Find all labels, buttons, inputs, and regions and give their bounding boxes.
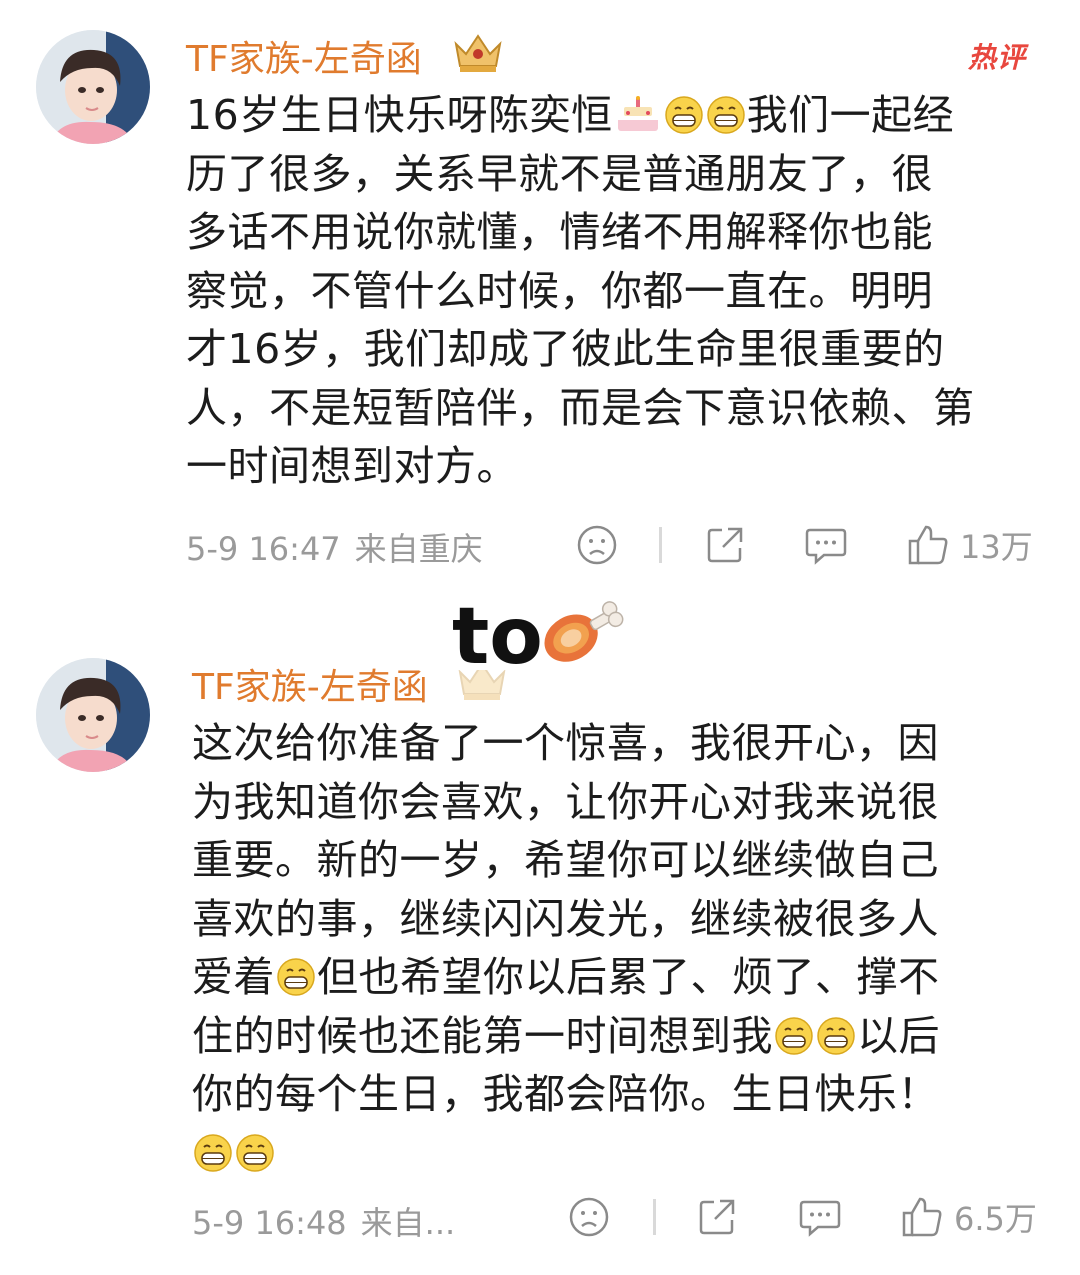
comment-location: 来自... [360, 1204, 456, 1242]
comment-time: 5-9 16:47 [186, 530, 341, 568]
crown-icon [454, 34, 502, 72]
thumbs-up-icon [908, 525, 948, 565]
grin-emoji [774, 1016, 814, 1056]
grin-emoji [816, 1016, 856, 1056]
share-icon [699, 1199, 735, 1235]
comment-meta: 5-9 16:47 来自重庆 [186, 524, 497, 570]
comment-line: 多话不用说你就懂，情绪不用解释你也能 [186, 208, 933, 256]
divider [653, 1199, 656, 1235]
username[interactable]: TF家族-左奇函 [192, 658, 428, 710]
grin-emoji [706, 95, 746, 135]
comment-bubble-icon [805, 528, 847, 565]
hot-comment-badge: 热评 [968, 41, 1027, 74]
comment-line: 你的每个生日，我都会陪你。生日快乐！ [192, 1070, 939, 1118]
share-button[interactable] [704, 524, 746, 566]
comment-line: 人，不是短暂陪伴，而是会下意识依赖、第 [186, 383, 975, 432]
avatar[interactable] [36, 658, 150, 772]
comment-line: 住的时候也还能第一时间想到我 以后 [192, 1011, 940, 1060]
grin-emoji [276, 957, 316, 997]
comment-line: 历了很多，关系早就不是普通朋友了，很 [186, 149, 933, 198]
comment-line: 这次给你准备了一个惊喜，我很开心，因 [192, 719, 939, 767]
thumbs-up-icon [902, 1197, 942, 1237]
grin-emoji [193, 1133, 233, 1173]
meat-on-bone-icon [544, 601, 624, 662]
like-count: 13万 [960, 528, 1033, 566]
username[interactable]: TF家族-左奇函 [186, 30, 422, 82]
sad-face-icon [569, 1197, 609, 1237]
comment-line: 爱着 但也希望你以后累了、烦了、撑不 [192, 953, 940, 1001]
share-button[interactable] [696, 1196, 738, 1238]
like-count: 6.5万 [954, 1200, 1037, 1238]
divider [659, 527, 662, 563]
dislike-button[interactable] [568, 1196, 610, 1238]
comment-line: 察觉，不管什么时候，你都一直在。明明 [186, 266, 933, 315]
share-icon [707, 527, 743, 563]
comment-time: 5-9 16:48 [192, 1204, 347, 1242]
comment-line [192, 1124, 940, 1183]
comment-line: 一时间想到对方。 [186, 442, 518, 490]
grin-emoji [235, 1133, 275, 1173]
dislike-button[interactable] [576, 524, 618, 566]
comment-line: 16岁生日快乐呀陈奕恒 我们一起经 [186, 91, 955, 139]
like-button[interactable]: 6.5万 [900, 1194, 1037, 1240]
comment-line: 为我知道你会喜欢，让你开心对我来说很 [192, 777, 939, 826]
comment-button[interactable] [804, 524, 848, 566]
like-button[interactable]: 13万 [906, 522, 1033, 568]
comment-line: 才16岁，我们却成了彼此生命里很重要的 [186, 325, 945, 373]
grin-emoji [664, 95, 704, 135]
birthday-cake-emoji [614, 95, 662, 135]
bottom-fade [0, 1238, 1080, 1275]
comment-body: 16岁生日快乐呀陈奕恒 我们一起经 历了很多，关系早就不是普通朋友了，很 多话不用… [186, 86, 975, 496]
avatar[interactable] [36, 30, 150, 144]
comment-line: 重要。新的一岁，希望你可以继续做自己 [192, 836, 939, 884]
comment-body: 这次给你准备了一个惊喜，我很开心，因 为我知道你会喜欢，让你开心对我来说很 重要… [192, 714, 940, 1182]
sad-face-icon [577, 525, 617, 565]
comment-bubble-icon [799, 1200, 841, 1237]
comment-line: 喜欢的事，继续闪闪发光，继续被很多人 [192, 894, 939, 943]
comment-button[interactable] [798, 1196, 842, 1238]
comment-location: 来自重庆 [354, 530, 483, 568]
overlay-text: to [452, 592, 543, 682]
